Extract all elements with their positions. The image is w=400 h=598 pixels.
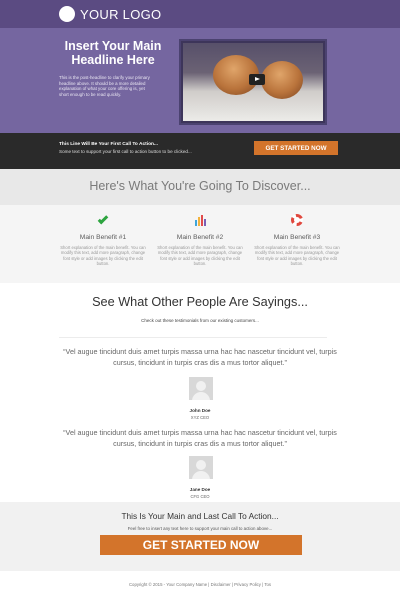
final-cta-subtext: Feel free to insert any text here to sup… <box>127 526 273 531</box>
benefit-card: Main Benefit #3 Short explanation of the… <box>254 212 340 266</box>
benefit-title: Main Benefit #3 <box>273 234 321 241</box>
logo-icon <box>59 6 75 22</box>
benefit-title: Main Benefit #2 <box>176 234 224 241</box>
life-ring-icon <box>254 212 340 228</box>
final-cta-section: This Is Your Main and Last Call To Actio… <box>0 502 400 571</box>
avatar <box>189 377 213 400</box>
avatar <box>189 456 213 479</box>
pastry-image-right <box>261 61 303 99</box>
benefit-title: Main Benefit #1 <box>79 234 127 241</box>
video-thumbnail <box>183 43 323 121</box>
footer-text: Copyright © 2015 - Your Company Name | D… <box>128 582 272 587</box>
benefit-text: Short explanation of the main benefit. Y… <box>254 245 340 266</box>
testimonial-role: XYZ CEO <box>190 415 210 420</box>
benefit-text: Short explanation of the main benefit. Y… <box>157 245 243 266</box>
play-icon[interactable] <box>249 74 265 85</box>
testimonial-quote: “Vel augue tincidunt duis amet turpis ma… <box>63 428 337 448</box>
discover-heading: Here's What You're Going To Discover... <box>89 179 311 193</box>
discover-section: Here's What You're Going To Discover... <box>0 169 400 205</box>
testimonial-quote: “Vel augue tincidunt duis amet turpis ma… <box>63 347 337 367</box>
hero-headline: Insert Your Main Headline Here <box>64 39 162 67</box>
testimonials-subheading: Check out these testimonials from our ex… <box>141 318 259 323</box>
header-bar: YOUR LOGO <box>0 0 400 28</box>
check-icon <box>60 212 146 228</box>
first-cta-bar: This Line Will Be Your First Call To Act… <box>0 133 400 169</box>
testimonials-section: See What Other People Are Sayings... Che… <box>0 283 400 502</box>
first-cta-subtitle: Some text to support your first call to … <box>59 149 192 154</box>
final-cta-heading: This Is Your Main and Last Call To Actio… <box>121 511 279 521</box>
first-cta-title: This Line Will Be Your First Call To Act… <box>59 142 158 147</box>
hero-section: Insert Your Main Headline Here This is t… <box>0 28 400 133</box>
logo-text: YOUR LOGO <box>80 6 162 22</box>
final-get-started-button[interactable]: GET STARTED NOW <box>100 535 302 555</box>
testimonial-role: CFG CEO <box>190 494 210 499</box>
benefit-text: Short explanation of the main benefit. Y… <box>60 245 146 266</box>
testimonial-name: John Doe <box>189 408 211 413</box>
bar-chart-icon <box>157 212 243 228</box>
testimonial-name: Jane Doe <box>189 487 211 492</box>
benefit-card: Main Benefit #1 Short explanation of the… <box>60 212 146 266</box>
footer: Copyright © 2015 - Your Company Name | D… <box>0 571 400 598</box>
testimonials-heading: See What Other People Are Sayings... <box>92 295 308 309</box>
divider <box>59 337 327 338</box>
get-started-button[interactable]: GET STARTED NOW <box>254 141 338 155</box>
benefits-section: Main Benefit #1 Short explanation of the… <box>0 205 400 283</box>
hero-video[interactable] <box>179 39 327 125</box>
benefit-card: Main Benefit #2 Short explanation of the… <box>157 212 243 266</box>
hero-subtext: This is the post-headline to clarify you… <box>59 75 150 97</box>
